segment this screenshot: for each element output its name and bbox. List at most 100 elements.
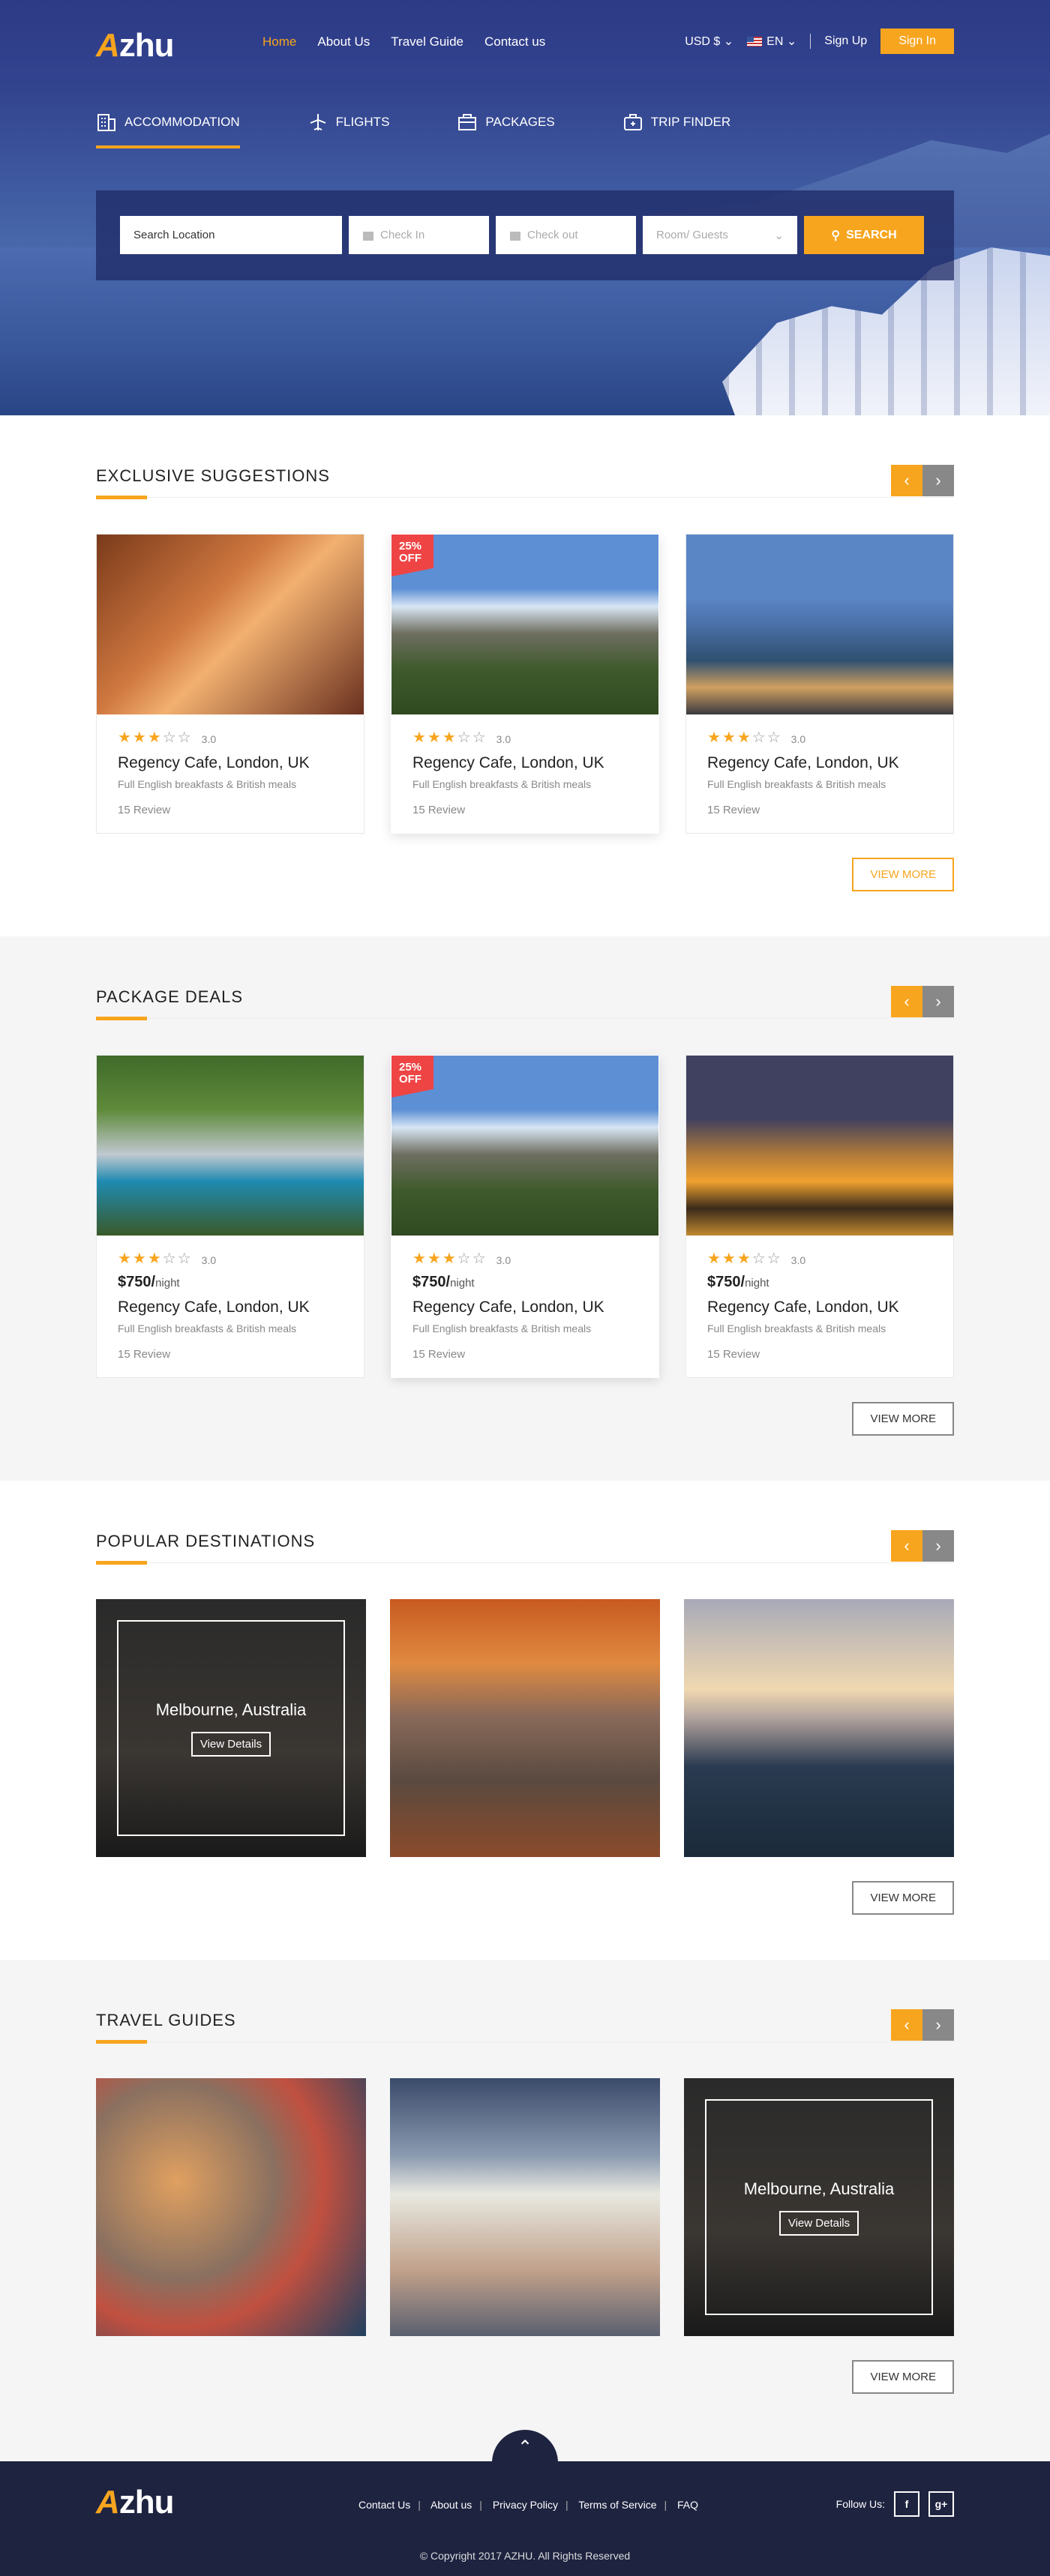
tab-flights[interactable]: FLIGHTS — [308, 112, 389, 148]
prev-arrow-icon[interactable]: ‹ — [891, 1530, 922, 1562]
star-rating: ★★★☆☆ — [707, 729, 782, 746]
chevron-down-icon: ⌄ — [774, 229, 784, 242]
search-icon: ⚲ — [831, 229, 841, 242]
section-title: POPULAR DESTINATIONS — [96, 1532, 316, 1550]
nav-about[interactable]: About Us — [317, 34, 370, 49]
footer-logo[interactable]: Azhu — [96, 2484, 175, 2521]
view-details-button[interactable]: View Details — [778, 2210, 860, 2236]
card-image: 25% OFF — [392, 535, 658, 714]
package-card[interactable]: ★★★☆☆ 3.0 $750/night Regency Cafe, London… — [96, 1055, 364, 1378]
view-more-button[interactable]: VIEW MORE — [852, 858, 954, 891]
hotel-card[interactable]: 25% OFF ★★★☆☆ 3.0 Regency Cafe, London, U… — [391, 534, 659, 834]
hotel-card[interactable]: ★★★☆☆ 3.0 Regency Cafe, London, UK Full E… — [686, 534, 954, 834]
footer-link-faq[interactable]: FAQ — [677, 2499, 698, 2511]
card-reviews: 15 Review — [412, 1348, 466, 1361]
google-plus-icon[interactable]: g+ — [928, 2491, 954, 2517]
card-title[interactable]: Regency Cafe, London, UK — [707, 1298, 932, 1316]
checkin-input[interactable]: Check In — [349, 216, 489, 254]
prev-arrow-icon[interactable]: ‹ — [891, 986, 922, 1017]
view-more-button[interactable]: VIEW MORE — [852, 2360, 954, 2394]
destinations-section: POPULAR DESTINATIONS ‹ › Melbourne, Austr… — [0, 1481, 1050, 1960]
card-title[interactable]: Regency Cafe, London, UK — [118, 1298, 343, 1316]
guests-select[interactable]: Room/ Guests ⌄ — [643, 216, 797, 254]
card-price: $750/night — [707, 1274, 770, 1290]
destination-card[interactable]: Melbourne, Australia View Details — [96, 1599, 366, 1857]
card-image — [686, 535, 953, 714]
search-location-input[interactable]: Search Location — [120, 216, 342, 254]
footer-link-privacy[interactable]: Privacy Policy — [493, 2499, 558, 2511]
hotel-card[interactable]: ★★★☆☆ 3.0 Regency Cafe, London, UK Full E… — [96, 534, 364, 834]
packages-section: PACKAGE DEALS ‹ › ★★★☆☆ 3.0 $750/night Reg… — [0, 936, 1050, 1481]
card-desc: Full English breakfasts & British meals — [707, 778, 886, 790]
destination-card[interactable] — [390, 1599, 660, 1857]
section-title: PACKAGE DEALS — [96, 987, 243, 1006]
next-arrow-icon[interactable]: › — [922, 465, 954, 496]
checkout-input[interactable]: Check out — [496, 216, 636, 254]
package-card[interactable]: 25% OFF ★★★☆☆ 3.0 $750/night Regency Cafe… — [391, 1055, 659, 1378]
language-select[interactable]: EN ⌄ — [747, 34, 796, 49]
card-desc: Full English breakfasts & British meals — [118, 1322, 297, 1334]
suitcase-icon — [623, 114, 642, 130]
nav-travel-guide[interactable]: Travel Guide — [391, 34, 464, 49]
card-reviews: 15 Review — [412, 804, 466, 816]
search-form: Search Location Check In Check out Room/… — [96, 190, 954, 280]
flag-icon — [747, 37, 763, 47]
view-more-button[interactable]: VIEW MORE — [852, 1402, 954, 1436]
tab-accommodation[interactable]: ACCOMMODATION — [96, 112, 240, 148]
star-rating: ★★★☆☆ — [412, 1251, 488, 1267]
footer-link-terms[interactable]: Terms of Service — [578, 2499, 656, 2511]
footer-link-about[interactable]: About us — [430, 2499, 472, 2511]
signup-link[interactable]: Sign Up — [824, 34, 867, 48]
guide-card[interactable] — [390, 2078, 660, 2336]
card-price: $750/night — [118, 1274, 180, 1290]
card-title[interactable]: Regency Cafe, London, UK — [707, 754, 932, 772]
package-icon — [458, 114, 477, 130]
building-icon — [98, 114, 116, 131]
footer-link-contact[interactable]: Contact Us — [358, 2499, 410, 2511]
card-image — [97, 1056, 364, 1236]
search-tabs: ACCOMMODATION FLIGHTS PACKAGES TRIP FIND… — [96, 112, 730, 148]
card-image: 25% OFF — [392, 1056, 658, 1236]
card-desc: Full English breakfasts & British meals — [412, 778, 592, 790]
view-more-button[interactable]: VIEW MORE — [852, 1881, 954, 1915]
guide-card[interactable]: Melbourne, Australia View Details — [684, 2078, 954, 2336]
card-title[interactable]: Regency Cafe, London, UK — [412, 754, 638, 772]
chevron-down-icon: ⌄ — [786, 35, 797, 48]
guides-section: TRAVEL GUIDES ‹ › Melbourne, Australia Vi… — [0, 1960, 1050, 2461]
calendar-icon — [363, 231, 374, 241]
star-rating: ★★★☆☆ — [412, 729, 488, 746]
search-button[interactable]: ⚲ SEARCH — [804, 216, 924, 254]
nav-home[interactable]: Home — [262, 34, 296, 49]
destination-card[interactable] — [684, 1599, 954, 1857]
nav-contact[interactable]: Contact us — [484, 34, 545, 49]
card-reviews: 15 Review — [707, 804, 760, 816]
card-reviews: 15 Review — [118, 804, 171, 816]
card-desc: Full English breakfasts & British meals — [412, 1322, 592, 1334]
chevron-down-icon: ⌄ — [723, 35, 734, 48]
next-arrow-icon[interactable]: › — [922, 1530, 954, 1562]
card-desc: Full English breakfasts & British meals — [118, 778, 297, 790]
next-arrow-icon[interactable]: › — [922, 2009, 954, 2041]
facebook-icon[interactable]: f — [894, 2491, 920, 2517]
card-reviews: 15 Review — [707, 1348, 760, 1361]
next-arrow-icon[interactable]: › — [922, 986, 954, 1017]
logo[interactable]: Azhu — [96, 27, 175, 64]
package-card[interactable]: ★★★☆☆ 3.0 $750/night Regency Cafe, London… — [686, 1055, 954, 1378]
prev-arrow-icon[interactable]: ‹ — [891, 465, 922, 496]
prev-arrow-icon[interactable]: ‹ — [891, 2009, 922, 2041]
card-title[interactable]: Regency Cafe, London, UK — [118, 754, 343, 772]
tab-packages[interactable]: PACKAGES — [457, 112, 555, 148]
currency-select[interactable]: USD $ ⌄ — [685, 34, 734, 49]
star-rating: ★★★☆☆ — [707, 1251, 782, 1267]
tab-trip-finder[interactable]: TRIP FINDER — [622, 112, 730, 148]
card-image — [686, 1056, 953, 1236]
card-title[interactable]: Regency Cafe, London, UK — [412, 1298, 638, 1316]
signin-button[interactable]: Sign In — [880, 28, 954, 54]
top-nav: Azhu Home About Us Travel Guide Contact … — [96, 27, 954, 64]
view-details-button[interactable]: View Details — [190, 1731, 272, 1757]
footer-links: Contact Us | About us | Privacy Policy | Te… — [358, 2499, 699, 2511]
copyright: © Copyright 2017 AZHU. All Rights Reserv… — [419, 2550, 631, 2562]
guide-card[interactable] — [96, 2078, 366, 2336]
follow-label: Follow Us: — [836, 2498, 885, 2510]
discount-badge: 25% OFF — [392, 1056, 434, 1098]
